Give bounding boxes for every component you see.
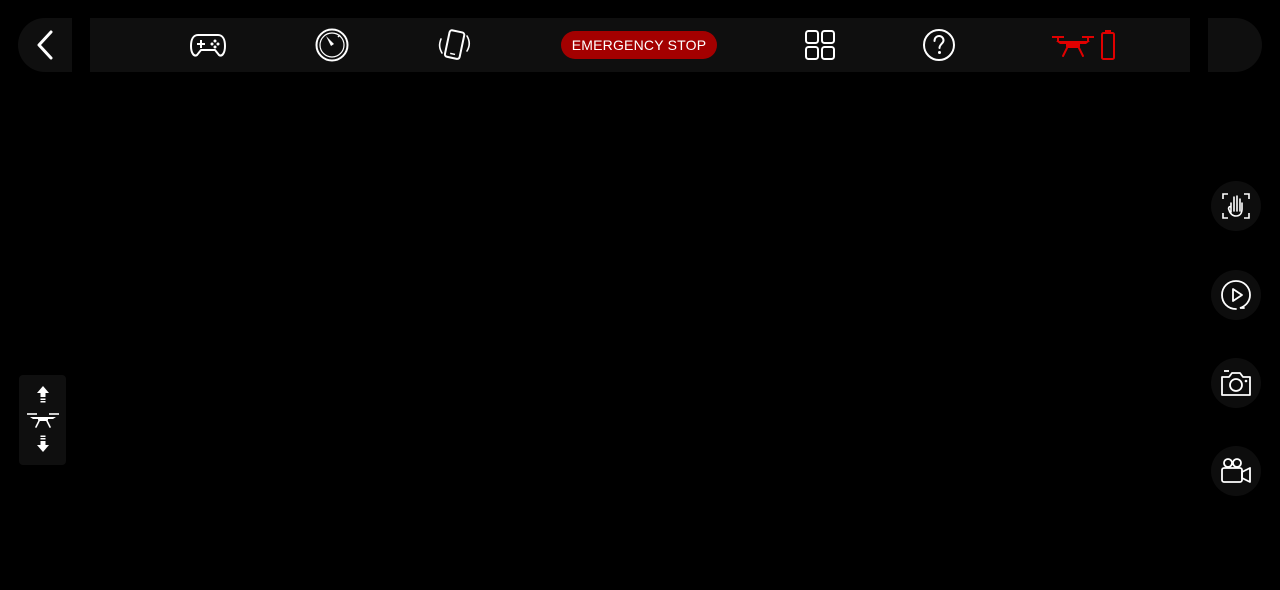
gamepad-button[interactable] — [188, 18, 228, 72]
gamepad-icon — [189, 30, 227, 60]
back-button[interactable] — [18, 18, 72, 72]
phone-tilt-button[interactable] — [434, 18, 474, 72]
help-button[interactable] — [919, 18, 959, 72]
altitude-drone — [19, 409, 66, 429]
speedometer-icon — [314, 27, 350, 63]
top-right-panel — [1208, 18, 1262, 72]
drone-icon — [26, 410, 60, 428]
gesture-button[interactable] — [1211, 181, 1261, 231]
speedometer-button[interactable] — [312, 18, 352, 72]
emergency-stop-button[interactable]: EMERGENCY STOP — [561, 31, 717, 59]
chevron-left-icon — [34, 29, 56, 61]
altitude-control — [19, 375, 66, 465]
top-toolbar: EMERGENCY STOP — [90, 18, 1190, 72]
emergency-stop-label: EMERGENCY STOP — [571, 37, 707, 53]
play-icon — [1220, 279, 1252, 311]
photo-button[interactable] — [1211, 358, 1261, 408]
battery-icon — [1100, 29, 1116, 61]
apps-grid-button[interactable] — [800, 18, 840, 72]
ascend-button[interactable] — [19, 383, 66, 405]
drone-icon — [1050, 32, 1096, 58]
question-icon — [922, 28, 956, 62]
camera-view: EMERGENCY STOP — [0, 0, 1280, 590]
arrow-up-icon — [36, 385, 50, 403]
phone-tilt-icon — [436, 27, 472, 63]
drone-status — [1043, 18, 1123, 72]
descend-button[interactable] — [19, 433, 66, 455]
grid-icon — [804, 29, 836, 61]
playback-button[interactable] — [1211, 270, 1261, 320]
arrow-down-icon — [36, 435, 50, 453]
video-button[interactable] — [1211, 446, 1261, 496]
camera-icon — [1220, 369, 1252, 397]
video-camera-icon — [1219, 457, 1253, 485]
gesture-hand-icon — [1220, 190, 1252, 222]
